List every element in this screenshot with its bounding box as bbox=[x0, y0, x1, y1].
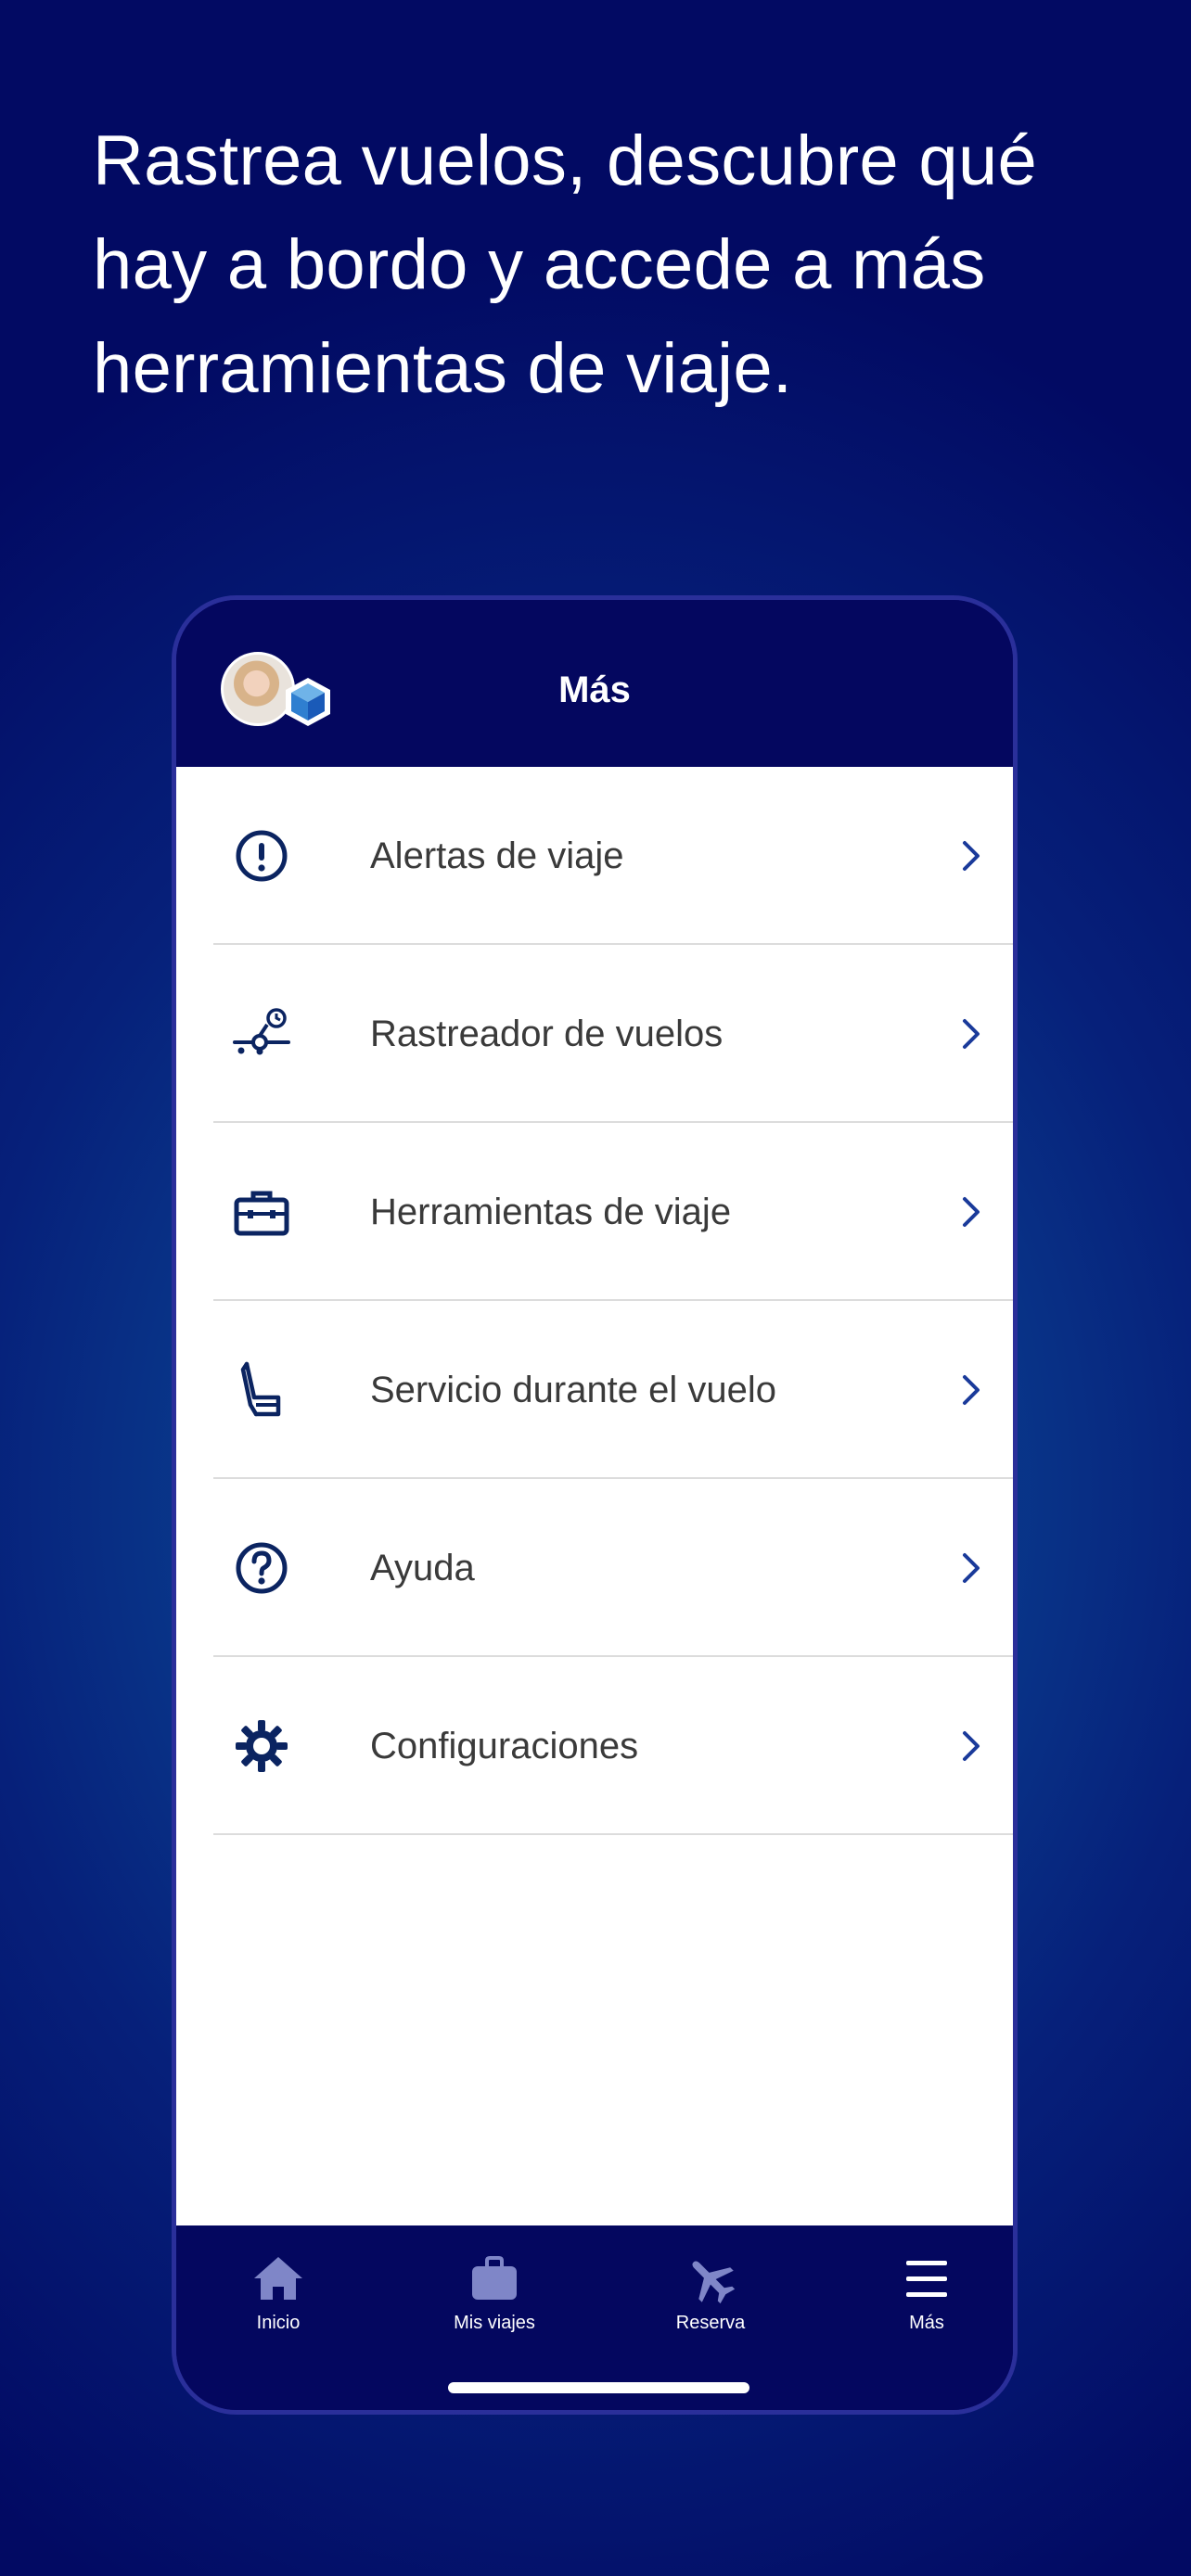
alert-icon bbox=[236, 830, 288, 882]
chevron-right-icon bbox=[963, 1375, 980, 1405]
chevron-right-icon bbox=[963, 1197, 980, 1227]
menu-item-label: Herramientas de viaje bbox=[370, 1192, 732, 1232]
tab-inicio[interactable]: Inicio bbox=[204, 2253, 352, 2334]
screen-header: Más bbox=[176, 600, 1013, 767]
menu-item-alertas[interactable]: Alertas de viaje bbox=[213, 767, 1013, 945]
menu-icon bbox=[906, 2261, 947, 2297]
chevron-right-icon bbox=[963, 1731, 980, 1761]
screen-title: Más bbox=[558, 670, 631, 710]
tab-label: Mis viajes bbox=[454, 2313, 535, 2333]
tab-mis-viajes[interactable]: Mis viajes bbox=[420, 2253, 569, 2334]
promo-headline: Rastrea vuelos, descubre qué hay a bordo… bbox=[93, 121, 1038, 408]
gear-icon bbox=[236, 1720, 288, 1772]
chevron-right-icon bbox=[963, 1019, 980, 1049]
menu-item-label: Ayuda bbox=[370, 1548, 475, 1588]
menu-item-label: Rastreador de vuelos bbox=[370, 1014, 724, 1054]
menu-item-herramientas[interactable]: Herramientas de viaje bbox=[213, 1123, 1013, 1301]
tab-label: Reserva bbox=[675, 2313, 746, 2333]
menu-item-servicio[interactable]: Servicio durante el vuelo bbox=[213, 1301, 1013, 1479]
tab-label: Más bbox=[909, 2313, 944, 2333]
menu-item-label: Servicio durante el vuelo bbox=[370, 1370, 777, 1410]
tab-reserva[interactable]: Reserva bbox=[636, 2253, 785, 2334]
menu-item-ayuda[interactable]: Ayuda bbox=[213, 1479, 1013, 1657]
home-icon bbox=[254, 2257, 302, 2300]
chevron-right-icon bbox=[963, 1553, 980, 1583]
chevron-right-icon bbox=[963, 841, 980, 871]
tab-mas[interactable]: Más bbox=[852, 2253, 1001, 2334]
flight-tracker-icon bbox=[233, 1008, 290, 1055]
menu-item-configuraciones[interactable]: Configuraciones bbox=[213, 1657, 1013, 1835]
briefcase-icon bbox=[234, 1191, 289, 1236]
help-icon bbox=[236, 1542, 288, 1594]
tab-label: Inicio bbox=[256, 2313, 301, 2333]
home-indicator bbox=[448, 2382, 749, 2393]
menu-item-rastreador[interactable]: Rastreador de vuelos bbox=[213, 945, 1013, 1123]
menu-item-label: Alertas de viaje bbox=[370, 835, 624, 876]
seat-icon bbox=[240, 1361, 281, 1417]
menu-list: Alertas de viaje Rastreador de vuelos He… bbox=[176, 767, 1013, 2225]
bag-icon bbox=[472, 2256, 517, 2300]
menu-item-label: Configuraciones bbox=[370, 1726, 639, 1766]
plane-icon bbox=[692, 2261, 736, 2304]
phone-mockup: Más Alertas de viaje Rastreador de vuelo… bbox=[172, 595, 1018, 2415]
